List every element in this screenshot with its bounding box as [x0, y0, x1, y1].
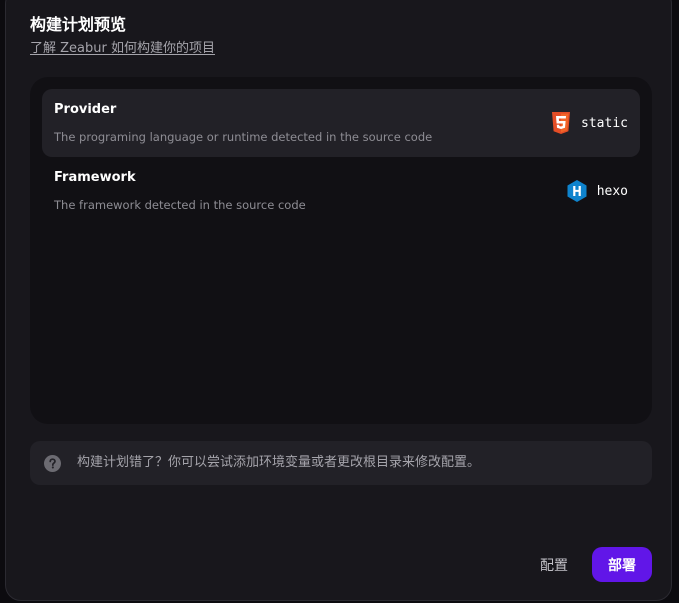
question-circle-icon — [44, 454, 61, 472]
plan-row-description: The programing language or runtime detec… — [54, 130, 433, 144]
config-button[interactable]: 配置 — [528, 548, 580, 582]
plan-row-provider[interactable]: Provider The programing language or runt… — [42, 89, 640, 157]
plan-row-value: static — [549, 109, 628, 137]
dialog-title: 构建计划预览 — [30, 15, 127, 34]
dialog-footer: 配置 部署 — [528, 547, 652, 582]
hexo-icon — [565, 179, 589, 203]
deploy-button[interactable]: 部署 — [592, 547, 652, 582]
plan-row-value: hexo — [565, 177, 628, 205]
provider-value: static — [581, 115, 628, 131]
learn-build-link[interactable]: 了解 Zeabur 如何构建你的项目 — [30, 40, 215, 58]
build-plan-panel: Provider The programing language or runt… — [30, 77, 652, 424]
html5-icon — [549, 111, 573, 135]
plan-row-title: Framework — [54, 170, 136, 185]
plan-row-title: Provider — [54, 102, 117, 117]
plan-row-framework[interactable]: Framework The framework detected in the … — [42, 157, 640, 225]
build-plan-dialog: 构建计划预览 了解 Zeabur 如何构建你的项目 Provider The p… — [5, 0, 672, 601]
build-plan-hint: 构建计划错了？你可以尝试添加环境变量或者更改根目录来修改配置。 — [30, 441, 652, 485]
plan-row-description: The framework detected in the source cod… — [54, 198, 306, 212]
hint-text: 构建计划错了？你可以尝试添加环境变量或者更改根目录来修改配置。 — [77, 455, 481, 470]
framework-value: hexo — [596, 183, 628, 199]
